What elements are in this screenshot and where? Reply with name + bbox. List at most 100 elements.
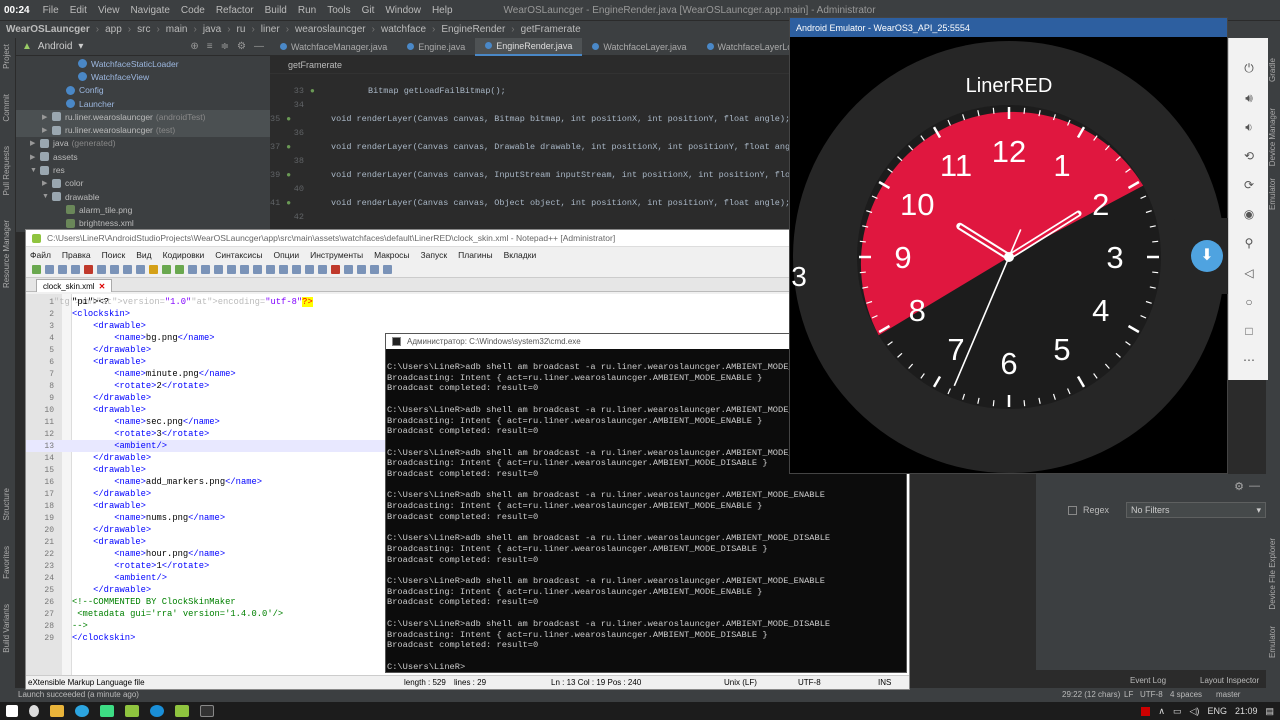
toolwindow-build-variants[interactable]: Build Variants	[2, 604, 11, 653]
close-tab-icon[interactable]: ✕	[99, 282, 106, 291]
zoom-icon[interactable]: ⚲	[1241, 235, 1257, 251]
npp-menu-search[interactable]: Поиск	[102, 250, 126, 260]
tree-item[interactable]: ▶ ru.liner.wearoslauncger (androidTest)	[16, 110, 270, 124]
tree-item[interactable]: ▶ java (generated)	[16, 137, 270, 150]
more-icon[interactable]: ⋯	[1241, 352, 1257, 368]
toolwindow-emulator[interactable]: Emulator	[1268, 178, 1277, 210]
chevron-right-icon[interactable]: ▶	[42, 113, 52, 121]
tree-item[interactable]: ▶ ru.liner.wearoslauncger (test)	[16, 123, 270, 137]
minimize-icon[interactable]: —	[1249, 480, 1260, 492]
record-macro-icon[interactable]	[331, 265, 340, 274]
tray-time[interactable]: 21:09	[1235, 706, 1258, 716]
sync-vertical-icon[interactable]	[240, 265, 249, 274]
npp-menu-plugins[interactable]: Плагины	[458, 250, 492, 260]
toolwindow-structure[interactable]: Structure	[2, 488, 11, 520]
crumb-main[interactable]: main	[166, 24, 188, 35]
tree-item[interactable]: ▶ assets	[16, 150, 270, 163]
npp-menu-options[interactable]: Опции	[274, 250, 300, 260]
tray-app-icon[interactable]	[1141, 706, 1151, 716]
chevron-down-icon[interactable]: ▼	[42, 193, 52, 200]
tree-item[interactable]: brightness.xml	[16, 217, 270, 230]
collapse-icon[interactable]: ≡	[207, 41, 213, 52]
toolwindow-emulator[interactable]: Emulator	[1268, 626, 1277, 658]
npp-menu-view[interactable]: Вид	[136, 250, 151, 260]
npp-menu-tools[interactable]: Инструменты	[310, 250, 363, 260]
tab-watchfacemanager[interactable]: WatchfaceManager.java	[270, 38, 397, 56]
start-icon[interactable]	[6, 705, 18, 717]
open-file-icon[interactable]	[45, 265, 54, 274]
notepadpp-icon[interactable]	[125, 705, 139, 717]
chevron-right-icon[interactable]: ▶	[30, 153, 40, 161]
layout-inspector-button[interactable]: Layout Inspector	[1200, 676, 1259, 685]
menu-build[interactable]: Build	[265, 5, 287, 16]
telegram-icon[interactable]	[75, 705, 89, 717]
indent-guide-icon[interactable]	[292, 265, 301, 274]
tree-item[interactable]: ▼ res	[16, 163, 270, 176]
status-branch[interactable]: master	[1216, 690, 1240, 699]
crumb-java[interactable]: java	[203, 24, 221, 35]
sync-horizontal-icon[interactable]	[253, 265, 262, 274]
redo-icon[interactable]	[175, 265, 184, 274]
save-all-icon[interactable]	[71, 265, 80, 274]
project-view-select[interactable]: Android	[38, 41, 72, 52]
status-caret[interactable]: 29:22 (12 chars)	[1062, 690, 1120, 699]
notifications-icon[interactable]: ▤	[1265, 706, 1274, 717]
word-wrap-icon[interactable]	[266, 265, 275, 274]
stop-macro-icon[interactable]	[344, 265, 353, 274]
teamviewer-icon[interactable]	[150, 705, 164, 717]
close-all-icon[interactable]	[97, 265, 106, 274]
crumb-app[interactable]: app	[105, 24, 122, 35]
crumb-ru[interactable]: ru	[237, 24, 246, 35]
gear-icon[interactable]: ⚙	[1234, 480, 1244, 493]
crumb-wearoslauncger[interactable]: wearoslauncger	[295, 24, 366, 35]
cloud-download-icon[interactable]: ⬇	[1191, 240, 1223, 272]
crumb-watchface[interactable]: watchface	[381, 24, 426, 35]
chevron-right-icon[interactable]: ▶	[42, 179, 52, 187]
method-breadcrumb[interactable]: getFramerate	[270, 56, 790, 74]
toolwindow-commit[interactable]: Commit	[2, 94, 11, 122]
locate-icon[interactable]: ⊕	[190, 41, 198, 52]
replace-icon[interactable]	[201, 265, 210, 274]
toolwindow-device-file-explorer[interactable]: Device File Explorer	[1268, 538, 1277, 610]
rotate-right-icon[interactable]: ⟳	[1241, 177, 1257, 193]
npp-menu-macros[interactable]: Макросы	[374, 250, 409, 260]
tab-watchfacelayer[interactable]: WatchfaceLayer.java	[582, 38, 696, 56]
toolwindow-pull-requests[interactable]: Pull Requests	[2, 146, 11, 195]
play-macro-icon[interactable]	[357, 265, 366, 274]
menu-run[interactable]: Run	[298, 5, 316, 16]
volume-icon[interactable]: ◁)	[1190, 706, 1200, 717]
npp-menu-syntax[interactable]: Синтаксисы	[215, 250, 262, 260]
tree-item[interactable]: alarm_tile.png	[16, 203, 270, 216]
menu-window[interactable]: Window	[385, 5, 421, 16]
status-indent[interactable]: 4 spaces	[1170, 690, 1202, 699]
tree-item[interactable]: ▶ color	[16, 177, 270, 190]
zoom-in-icon[interactable]	[214, 265, 223, 274]
chevron-right-icon[interactable]: ▶	[30, 139, 40, 147]
save-icon[interactable]	[58, 265, 67, 274]
print-icon[interactable]	[110, 265, 119, 274]
filter-select[interactable]: No Filters ▾	[1126, 502, 1266, 518]
explorer-icon[interactable]	[50, 705, 64, 717]
status-encoding[interactable]: UTF-8	[1140, 690, 1163, 699]
menu-edit[interactable]: Edit	[70, 5, 87, 16]
gear-icon[interactable]: ⚙	[237, 41, 246, 52]
tree-item[interactable]: Launcher	[16, 97, 270, 110]
chevron-right-icon[interactable]: ▶	[42, 126, 52, 134]
cmd-icon[interactable]	[200, 705, 214, 717]
tray-lang[interactable]: ENG	[1207, 706, 1227, 716]
menu-view[interactable]: View	[98, 5, 120, 16]
home-icon[interactable]: ○	[1241, 294, 1257, 310]
cut-icon[interactable]	[123, 265, 132, 274]
menu-refactor[interactable]: Refactor	[216, 5, 254, 16]
tab-enginerender[interactable]: EngineRender.java	[475, 37, 583, 56]
minimize-icon[interactable]: —	[254, 41, 264, 52]
npp-menu-encoding[interactable]: Кодировки	[163, 250, 205, 260]
play-multiple-icon[interactable]	[370, 265, 379, 274]
undo-icon[interactable]	[162, 265, 171, 274]
event-log-button[interactable]: Event Log	[1130, 676, 1166, 685]
zoom-out-icon[interactable]	[227, 265, 236, 274]
power-icon[interactable]: ⏻	[1241, 60, 1257, 76]
toolwindow-project[interactable]: Project	[2, 44, 11, 69]
tree-item[interactable]: Config	[16, 84, 270, 97]
watch-screen[interactable]: LinerRED 12 12 3 45 6 78 9 1011 3	[790, 37, 1227, 473]
